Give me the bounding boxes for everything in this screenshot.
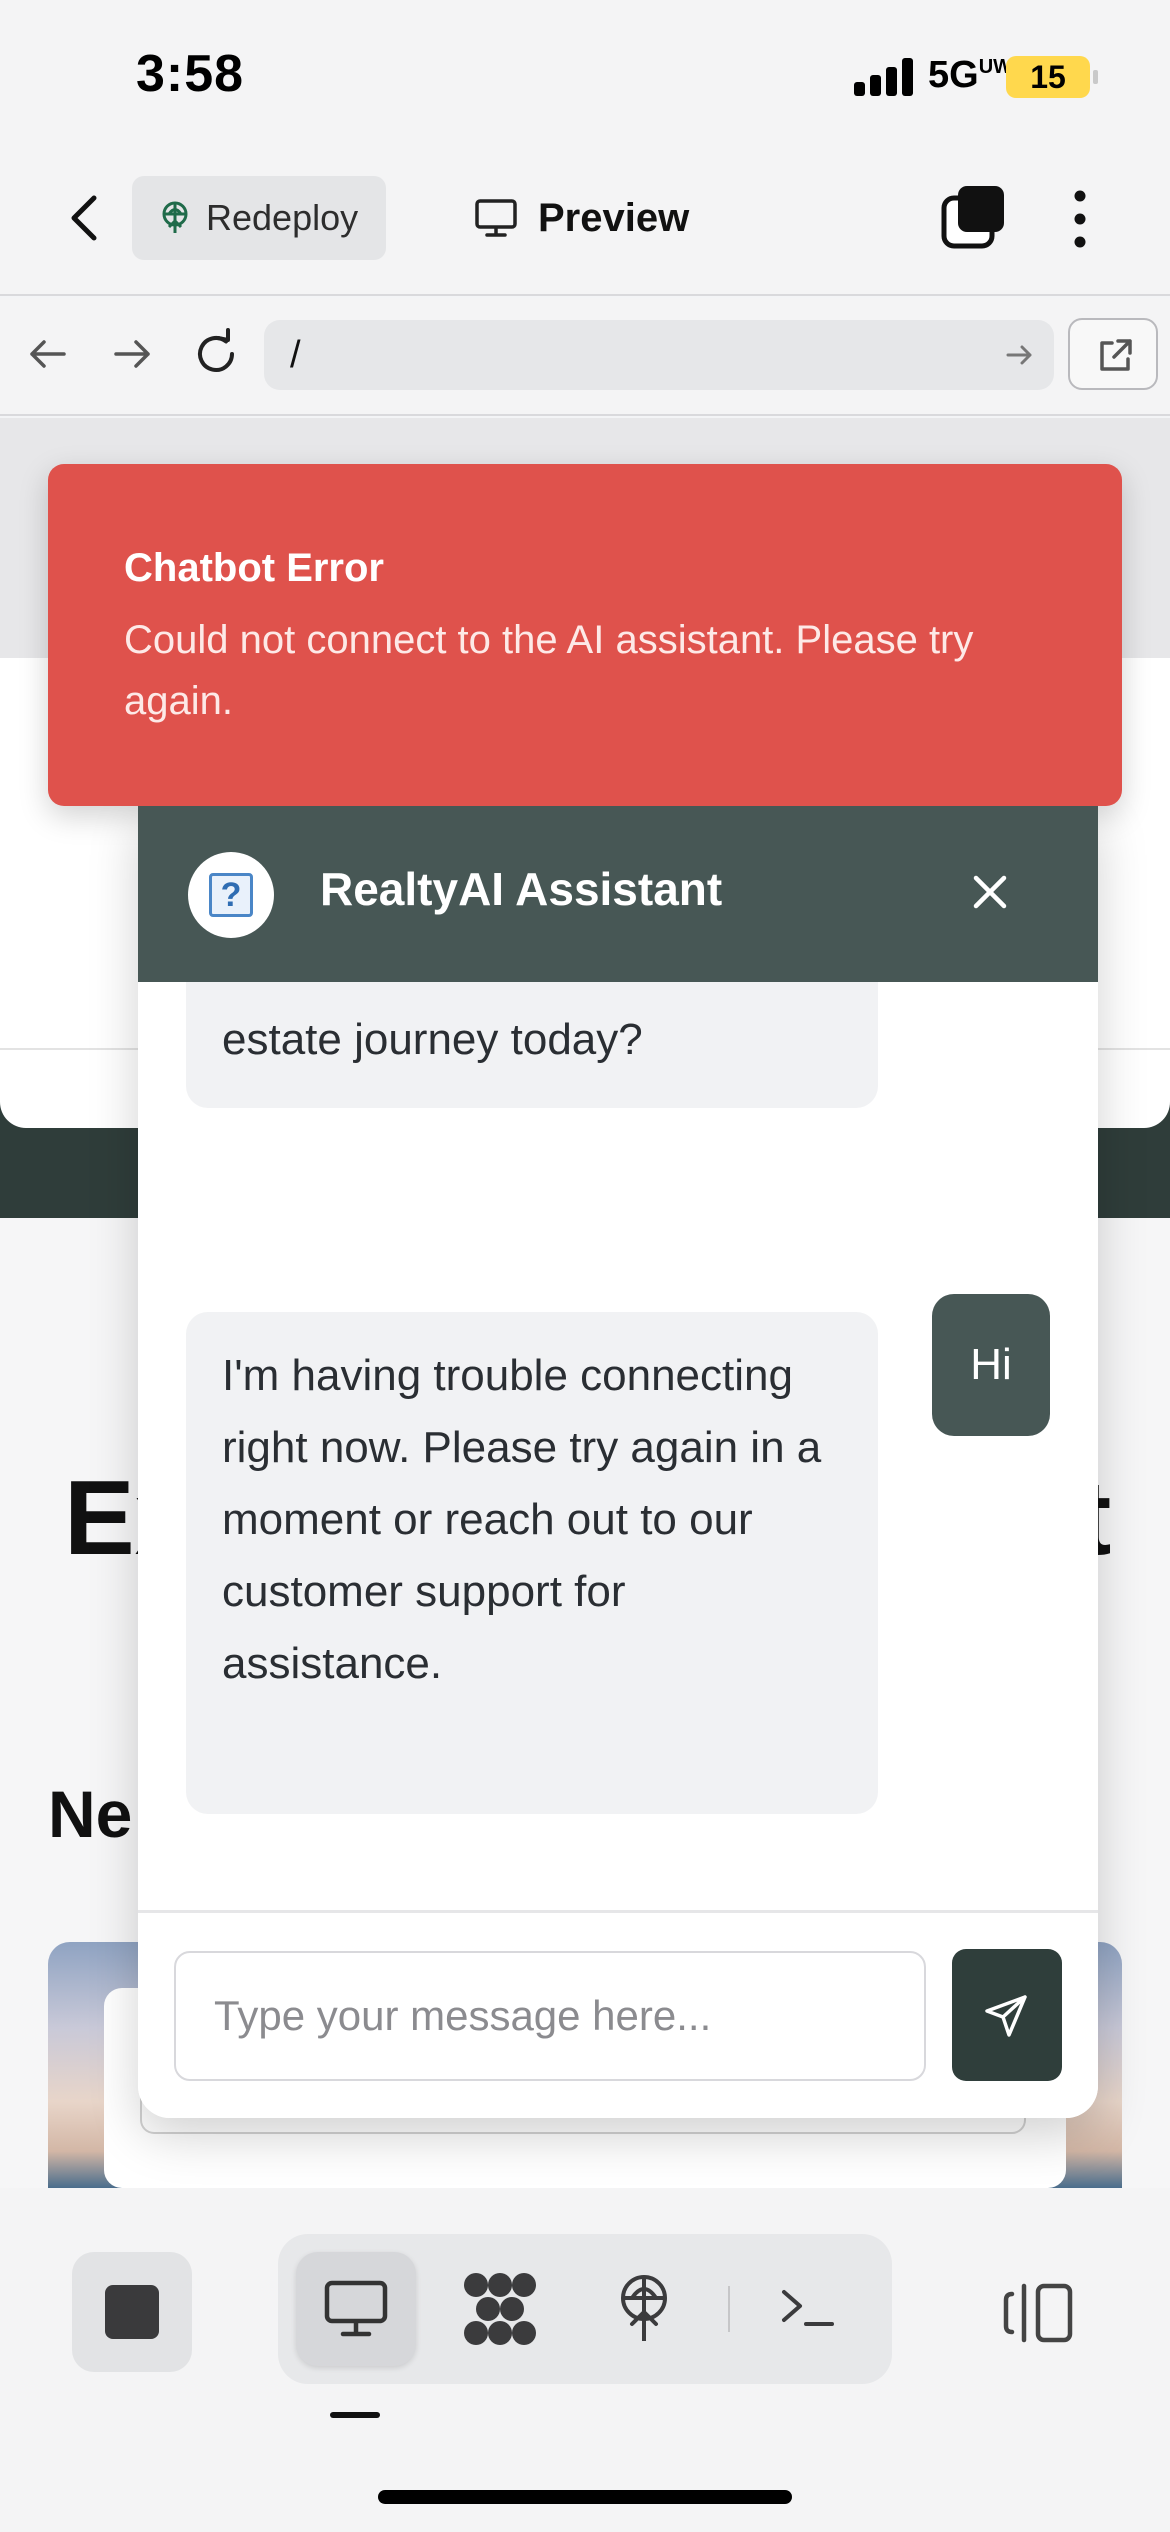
monitor-icon bbox=[324, 2280, 388, 2337]
shell-tool-button[interactable] bbox=[758, 2252, 858, 2366]
app-header: Redeploy Preview bbox=[0, 150, 1170, 296]
assistant-message: estate journey today? bbox=[186, 982, 878, 1108]
bottom-toolbar bbox=[0, 2188, 1170, 2532]
arrow-right-icon bbox=[114, 340, 150, 368]
assistant-message: I'm having trouble connecting right now.… bbox=[186, 1312, 878, 1814]
external-link-icon bbox=[1100, 339, 1132, 371]
close-icon bbox=[973, 875, 1007, 909]
terminal-icon bbox=[782, 2290, 834, 2326]
send-button[interactable] bbox=[952, 1949, 1062, 2081]
chat-widget: ? RealtyAI Assistant estate journey toda… bbox=[138, 806, 1098, 2118]
page-subheading-start: Ne bbox=[48, 1777, 133, 1851]
reload-button[interactable] bbox=[188, 326, 244, 382]
send-icon bbox=[985, 1995, 1027, 2037]
url-text: / bbox=[290, 334, 301, 376]
open-in-new-tab-button[interactable] bbox=[1068, 318, 1158, 390]
redeploy-label: Redeploy bbox=[206, 197, 359, 238]
split-panel-icon bbox=[1003, 2283, 1073, 2343]
user-message: Hi bbox=[932, 1294, 1050, 1436]
redeploy-button[interactable]: Redeploy bbox=[132, 176, 386, 260]
active-tool-indicator bbox=[330, 2412, 380, 2418]
network-type-label: 5GUW bbox=[928, 54, 1013, 96]
status-bar: 3:58 5GUW 15 bbox=[0, 0, 1170, 150]
message-list[interactable]: estate journey today? Hi I'm having trou… bbox=[138, 982, 1098, 2072]
home-indicator[interactable] bbox=[378, 2490, 792, 2504]
go-arrow-icon[interactable] bbox=[1002, 338, 1036, 372]
tabs-switcher-button[interactable] bbox=[940, 184, 1006, 250]
deploy-icon bbox=[621, 2275, 667, 2341]
url-field[interactable]: / bbox=[264, 320, 1054, 390]
error-message: Could not connect to the AI assistant. P… bbox=[124, 618, 974, 723]
browser-back-button[interactable] bbox=[20, 326, 76, 382]
battery-icon: 15 bbox=[1006, 56, 1098, 98]
tool-switcher bbox=[278, 2234, 892, 2384]
message-input[interactable] bbox=[174, 1951, 926, 2081]
vertical-dots-icon bbox=[1074, 190, 1086, 248]
back-button[interactable] bbox=[60, 188, 110, 248]
status-time: 3:58 bbox=[136, 45, 245, 103]
stop-button[interactable] bbox=[72, 2252, 192, 2372]
more-options-button[interactable] bbox=[1060, 186, 1100, 252]
deploy-icon bbox=[162, 201, 188, 233]
close-chat-button[interactable] bbox=[958, 860, 1022, 924]
molecule-icon bbox=[464, 2273, 536, 2345]
tabs-icon bbox=[941, 186, 1004, 249]
chevron-left-icon bbox=[71, 195, 97, 241]
missing-image-icon: ? bbox=[209, 873, 253, 917]
error-toast[interactable]: Chatbot Error Could not connect to the A… bbox=[48, 464, 1122, 806]
error-title: Chatbot Error bbox=[124, 546, 384, 590]
bot-avatar: ? bbox=[188, 852, 274, 938]
browser-bar: / bbox=[0, 298, 1170, 416]
chat-title: RealtyAI Assistant bbox=[320, 863, 723, 915]
reload-icon bbox=[198, 328, 234, 372]
preview-tab[interactable]: Preview bbox=[474, 176, 689, 260]
chat-input-bar bbox=[138, 1910, 1098, 2118]
browser-forward-button[interactable] bbox=[104, 326, 160, 382]
deploy-tool-button[interactable] bbox=[594, 2252, 694, 2366]
integrations-tool-button[interactable] bbox=[450, 2252, 550, 2366]
preview-tool-button[interactable] bbox=[296, 2252, 416, 2366]
arrow-left-icon bbox=[30, 340, 66, 368]
chat-header: ? RealtyAI Assistant bbox=[138, 806, 1098, 982]
battery-level: 15 bbox=[1030, 59, 1066, 95]
cellular-signal-icon bbox=[854, 58, 914, 96]
panel-layout-button[interactable] bbox=[1000, 2280, 1076, 2346]
tool-divider bbox=[728, 2286, 730, 2332]
preview-label: Preview bbox=[538, 195, 690, 240]
stop-icon bbox=[105, 2285, 159, 2339]
monitor-icon bbox=[475, 199, 517, 237]
